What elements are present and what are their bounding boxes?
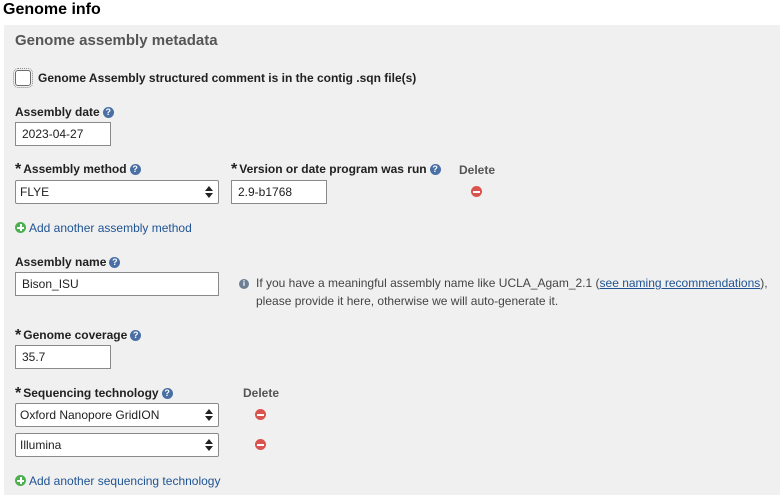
sequencing-technology-label: * Sequencing technology? xyxy=(15,385,173,402)
structured-comment-label[interactable]: Genome Assembly structured comment is in… xyxy=(38,71,416,85)
assembly-date-input[interactable]: 2023-04-27 xyxy=(15,122,111,146)
sequencing-technology-select-1[interactable]: Oxford Nanopore GridION xyxy=(15,403,219,427)
minus-circle-icon[interactable] xyxy=(471,186,482,197)
minus-circle-icon[interactable] xyxy=(255,439,266,450)
question-circle-icon[interactable]: ? xyxy=(161,388,173,399)
required-star-icon: * xyxy=(15,161,22,178)
naming-recommendations-link[interactable]: see naming recommendations xyxy=(600,276,761,290)
question-circle-icon[interactable]: ? xyxy=(109,257,121,268)
add-sequencing-technology-link[interactable]: Add another sequencing technology xyxy=(15,474,220,488)
assembly-name-info: If you have a meaningful assembly name l… xyxy=(256,276,768,308)
add-assembly-method-link[interactable]: Add another assembly method xyxy=(15,221,192,235)
required-star-icon: * xyxy=(15,385,22,402)
assembly-method-delete-header: Delete xyxy=(459,163,496,177)
question-circle-icon[interactable]: ? xyxy=(429,164,441,175)
select-arrows-icon xyxy=(205,186,213,198)
sequencing-technology-select-2[interactable]: Illumina xyxy=(15,433,219,457)
assembly-method-select[interactable]: FLYE xyxy=(15,180,219,204)
question-circle-icon[interactable]: ? xyxy=(130,330,142,341)
version-label: * Version or date program was run? xyxy=(231,161,441,178)
section-title: Genome assembly metadata xyxy=(15,32,218,49)
plus-circle-icon xyxy=(15,222,26,233)
select-arrows-icon xyxy=(205,439,213,451)
page-title: Genome info xyxy=(3,1,101,18)
structured-comment-checkbox[interactable] xyxy=(13,68,33,88)
required-star-icon: * xyxy=(15,327,22,344)
question-circle-icon[interactable]: ? xyxy=(129,164,141,175)
version-input[interactable]: 2.9-b1768 xyxy=(231,180,327,204)
assembly-name-input[interactable]: Bison_ISU xyxy=(15,272,219,296)
minus-circle-icon[interactable] xyxy=(255,409,266,420)
assembly-method-label: * Assembly method? xyxy=(15,161,141,178)
genome-assembly-metadata-panel: Genome assembly metadata Genome Assembly… xyxy=(4,25,780,495)
plus-circle-icon xyxy=(15,475,26,486)
sequencing-technology-delete-header: Delete xyxy=(243,386,280,400)
assembly-date-label: Assembly date? xyxy=(15,105,114,119)
question-circle-icon[interactable]: ? xyxy=(102,107,114,118)
select-arrows-icon xyxy=(205,409,213,421)
assembly-name-label: Assembly name? xyxy=(15,255,121,269)
genome-coverage-label: * Genome coverage? xyxy=(15,327,142,344)
genome-coverage-input[interactable]: 35.7 xyxy=(15,345,111,369)
required-star-icon: * xyxy=(231,161,238,178)
info-circle-icon: i xyxy=(239,279,249,289)
